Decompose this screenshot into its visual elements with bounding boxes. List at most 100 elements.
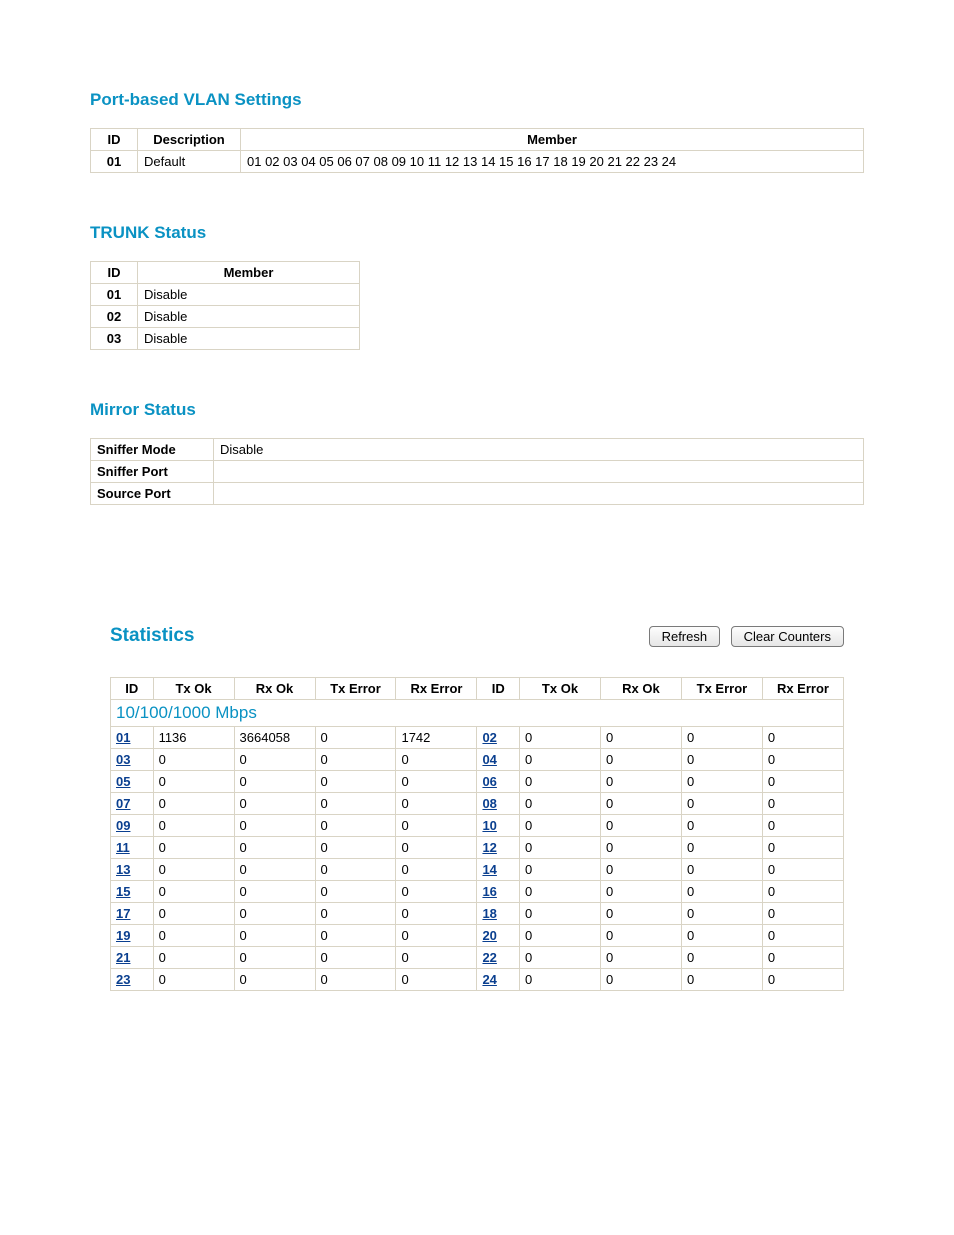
clear-counters-button[interactable]: Clear Counters: [731, 626, 844, 647]
stats-port-id: 07: [111, 793, 154, 815]
stats-port-id: 19: [111, 925, 154, 947]
stats-port-id: 14: [477, 859, 520, 881]
stats-rxerr: 0: [762, 925, 843, 947]
stats-txok: 0: [520, 881, 601, 903]
port-link[interactable]: 19: [116, 928, 130, 943]
stats-txok: 0: [520, 815, 601, 837]
port-link[interactable]: 20: [482, 928, 496, 943]
port-link[interactable]: 23: [116, 972, 130, 987]
port-link[interactable]: 13: [116, 862, 130, 877]
stats-header-txerr: Tx Error: [681, 678, 762, 700]
port-link[interactable]: 10: [482, 818, 496, 833]
stats-rxerr: 0: [762, 969, 843, 991]
stats-txerr: 0: [681, 859, 762, 881]
stats-txerr: 0: [315, 727, 396, 749]
stats-rxerr: 0: [396, 925, 477, 947]
stats-row: 230000240000: [111, 969, 844, 991]
stats-port-id: 05: [111, 771, 154, 793]
stats-txerr: 0: [315, 815, 396, 837]
stats-rxok: 0: [600, 793, 681, 815]
trunk-row-member: Disable: [138, 284, 360, 306]
stats-row: 170000180000: [111, 903, 844, 925]
stats-port-id: 17: [111, 903, 154, 925]
port-link[interactable]: 04: [482, 752, 496, 767]
vlan-row-member: 01 02 03 04 05 06 07 08 09 10 11 12 13 1…: [241, 151, 864, 173]
stats-rxerr: 0: [396, 771, 477, 793]
stats-txerr: 0: [315, 925, 396, 947]
stats-rxerr: 0: [396, 793, 477, 815]
stats-rxerr: 0: [762, 727, 843, 749]
port-link[interactable]: 16: [482, 884, 496, 899]
mirror-table: Sniffer Mode Disable Sniffer Port Source…: [90, 438, 864, 505]
stats-txok: 0: [153, 969, 234, 991]
stats-txok: 0: [520, 903, 601, 925]
vlan-header-id: ID: [91, 129, 138, 151]
trunk-table: ID Member 01 Disable 02 Disable 03 Disab…: [90, 261, 360, 350]
port-link[interactable]: 15: [116, 884, 130, 899]
port-link[interactable]: 09: [116, 818, 130, 833]
stats-row: 011136366405801742020000: [111, 727, 844, 749]
vlan-table: ID Description Member 01 Default 01 02 0…: [90, 128, 864, 173]
stats-txok: 0: [153, 881, 234, 903]
stats-txerr: 0: [681, 925, 762, 947]
port-link[interactable]: 08: [482, 796, 496, 811]
stats-port-id: 18: [477, 903, 520, 925]
stats-txok: 0: [153, 903, 234, 925]
stats-port-id: 12: [477, 837, 520, 859]
stats-port-id: 09: [111, 815, 154, 837]
stats-port-id: 02: [477, 727, 520, 749]
vlan-title: Port-based VLAN Settings: [90, 90, 864, 110]
port-link[interactable]: 05: [116, 774, 130, 789]
stats-rxok: 0: [234, 881, 315, 903]
stats-rxok: 0: [234, 947, 315, 969]
port-link[interactable]: 17: [116, 906, 130, 921]
stats-rxok: 0: [234, 771, 315, 793]
mirror-row-label: Sniffer Mode: [91, 439, 214, 461]
stats-txok: 0: [520, 749, 601, 771]
trunk-row: 02 Disable: [91, 306, 360, 328]
port-link[interactable]: 21: [116, 950, 130, 965]
stats-rxerr: 0: [762, 947, 843, 969]
stats-rxerr: 0: [762, 837, 843, 859]
stats-rxok: 0: [600, 947, 681, 969]
stats-rxok: 0: [600, 859, 681, 881]
vlan-row-description: Default: [138, 151, 241, 173]
port-link[interactable]: 02: [482, 730, 496, 745]
port-link[interactable]: 14: [482, 862, 496, 877]
stats-txerr: 0: [315, 771, 396, 793]
port-link[interactable]: 01: [116, 730, 130, 745]
stats-rxerr: 0: [762, 859, 843, 881]
stats-txok: 0: [153, 749, 234, 771]
stats-port-id: 21: [111, 947, 154, 969]
stats-txerr: 0: [315, 969, 396, 991]
stats-port-id: 13: [111, 859, 154, 881]
trunk-row: 03 Disable: [91, 328, 360, 350]
port-link[interactable]: 11: [116, 840, 130, 855]
stats-txerr: 0: [315, 947, 396, 969]
stats-row: 130000140000: [111, 859, 844, 881]
port-link[interactable]: 07: [116, 796, 130, 811]
stats-header-id: ID: [111, 678, 154, 700]
port-link[interactable]: 18: [482, 906, 496, 921]
refresh-button[interactable]: Refresh: [649, 626, 721, 647]
stats-row: 090000100000: [111, 815, 844, 837]
port-link[interactable]: 12: [482, 840, 496, 855]
vlan-row-id: 01: [91, 151, 138, 173]
trunk-row-id: 01: [91, 284, 138, 306]
stats-port-id: 23: [111, 969, 154, 991]
stats-header-rxok: Rx Ok: [600, 678, 681, 700]
stats-port-id: 01: [111, 727, 154, 749]
port-link[interactable]: 03: [116, 752, 130, 767]
port-link[interactable]: 24: [482, 972, 496, 987]
stats-rxok: 0: [600, 837, 681, 859]
stats-rxok: 0: [234, 969, 315, 991]
port-link[interactable]: 06: [482, 774, 496, 789]
mirror-row-value: Disable: [214, 439, 864, 461]
trunk-title: TRUNK Status: [90, 223, 864, 243]
stats-row: 150000160000: [111, 881, 844, 903]
stats-txerr: 0: [681, 749, 762, 771]
port-link[interactable]: 22: [482, 950, 496, 965]
stats-rxok: 0: [600, 881, 681, 903]
stats-rxok: 0: [600, 969, 681, 991]
stats-header-txok: Tx Ok: [520, 678, 601, 700]
